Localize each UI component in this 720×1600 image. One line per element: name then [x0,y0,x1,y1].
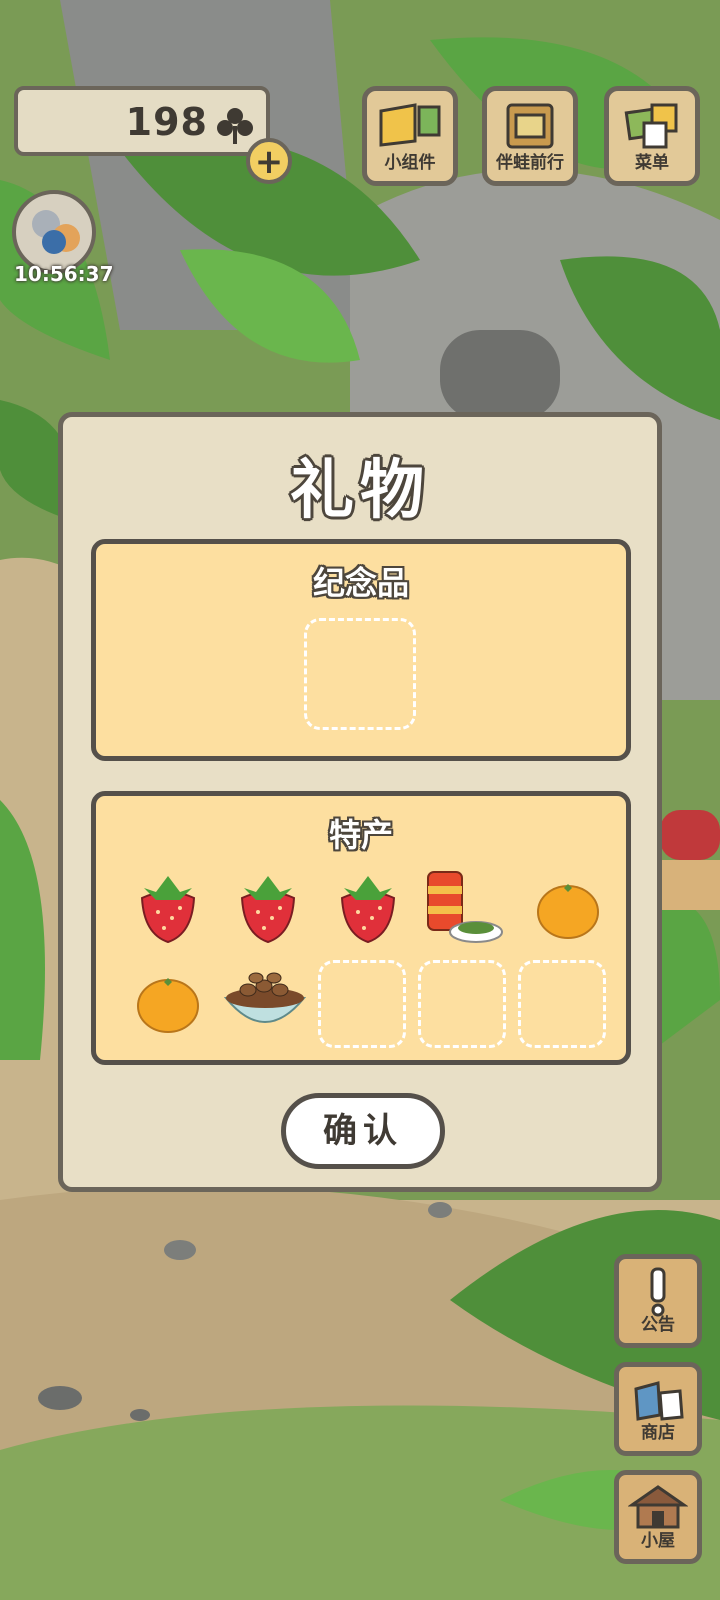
strawberry-item[interactable] [228,866,308,946]
gift-dialog: 礼物 纪念品 特产 确认 [58,412,662,1192]
orange-item[interactable] [128,962,208,1042]
clover-count: 198 [125,100,208,144]
orange-icon [137,978,199,1033]
nut-bowl-icon [223,972,307,1023]
frog-journey-button[interactable]: 伴蛙前行 [482,86,578,186]
dialog-title: 礼物 [290,454,430,528]
canned-drink-item[interactable] [420,866,504,950]
strawberry-icon [240,876,296,944]
menu-cards-icon [622,101,682,155]
clover-icon [216,106,254,150]
strawberry-icon [340,876,396,944]
clover-counter: 198 [14,86,270,156]
specialty-slot-empty[interactable] [318,960,406,1048]
strawberry-icon [140,876,196,944]
confirm-button[interactable]: 确认 [281,1093,445,1169]
menu-button[interactable]: 菜单 [604,86,700,186]
timer-readout: 10:56:37 [14,262,114,286]
souvenir-slot-empty[interactable] [304,618,416,730]
orange-item[interactable] [528,866,608,946]
souvenir-panel: 纪念品 [91,539,631,761]
house-button[interactable]: 小屋 [614,1470,702,1564]
shop-button[interactable]: 商店 [614,1362,702,1456]
menu-label: 菜单 [635,153,669,173]
specialty-slot-empty[interactable] [418,960,506,1048]
specialty-panel: 特产 [91,791,631,1065]
souvenir-title: 纪念品 [312,564,409,602]
add-clover-button[interactable]: + [246,138,292,184]
widget-label: 小组件 [384,153,436,173]
strawberry-item[interactable] [128,866,208,946]
house-label: 小屋 [641,1531,675,1551]
specialty-title: 特产 [328,816,393,854]
notice-button[interactable]: 公告 [614,1254,702,1348]
strawberry-item[interactable] [328,866,408,946]
notice-label: 公告 [641,1315,675,1335]
nut-bowl-item[interactable] [220,962,310,1042]
orange-icon [537,884,599,939]
canned-drink-icon [427,871,503,943]
widget-button[interactable]: 小组件 [362,86,458,186]
specialty-slot-empty[interactable] [518,960,606,1048]
frog-journey-icon [502,101,558,155]
shop-label: 商店 [641,1423,675,1443]
widget-icon [375,101,445,153]
frog-journey-label: 伴蛙前行 [496,153,564,173]
plus-icon: + [254,142,284,182]
